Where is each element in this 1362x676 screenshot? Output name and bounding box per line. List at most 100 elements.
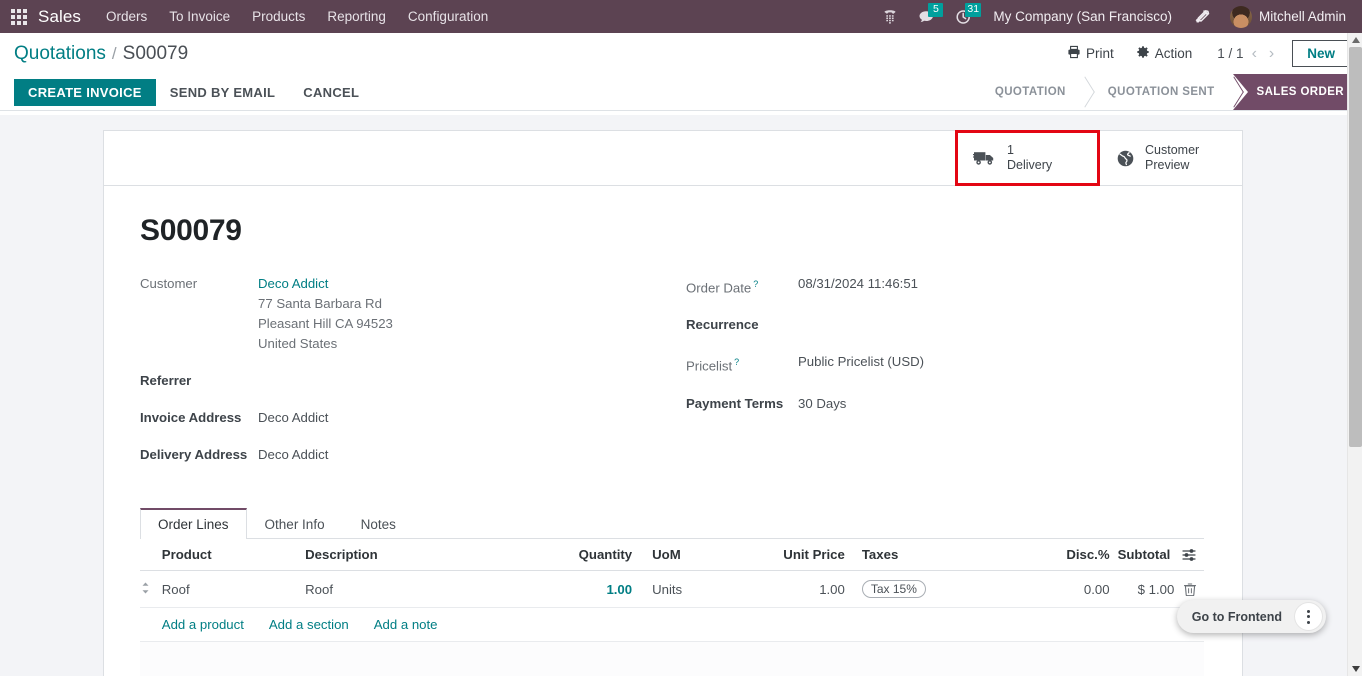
user-menu[interactable]: Mitchell Admin: [1222, 5, 1350, 28]
cell-quantity-value: 1.00: [606, 581, 633, 597]
cell-uom[interactable]: Units: [640, 570, 746, 608]
chevron-left-icon[interactable]: ‹: [1248, 45, 1261, 63]
menu-to-invoice[interactable]: To Invoice: [158, 0, 241, 33]
tab-notes[interactable]: Notes: [343, 508, 414, 539]
menu-configuration[interactable]: Configuration: [397, 0, 499, 33]
stat-delivery-value: 1: [1007, 143, 1014, 157]
th-subtotal: Subtotal: [1117, 539, 1204, 571]
trash-icon[interactable]: [1178, 582, 1197, 597]
scrollbar-thumb[interactable]: [1349, 47, 1362, 447]
field-invoice-address: Invoice Address Deco Addict: [140, 408, 672, 428]
field-pricelist-value[interactable]: Public Pricelist (USD): [798, 352, 924, 376]
lines-empty-area: [140, 642, 1204, 676]
chevron-right-icon[interactable]: ›: [1265, 45, 1278, 63]
user-name: Mitchell Admin: [1258, 9, 1346, 24]
truck-icon: [973, 149, 997, 167]
field-payment-terms-value[interactable]: 30 Days: [798, 394, 846, 414]
stat-button-customer-preview-text: Customer Preview: [1145, 143, 1199, 173]
print-label: Print: [1086, 46, 1114, 61]
gear-icon: [1136, 45, 1150, 62]
menu-products[interactable]: Products: [241, 0, 316, 33]
tab-other-info[interactable]: Other Info: [247, 508, 343, 539]
stat-preview-label: Preview: [1145, 158, 1190, 172]
th-unit-price[interactable]: Unit Price: [745, 539, 853, 571]
record-sheet: 1 Delivery Customer Preview S00079 Custo…: [103, 130, 1243, 676]
th-description[interactable]: Description: [305, 539, 543, 571]
messages-icon[interactable]: 5: [909, 0, 944, 33]
vertical-scrollbar[interactable]: [1347, 33, 1362, 676]
th-uom[interactable]: UoM: [640, 539, 746, 571]
page-title: S00079: [140, 214, 242, 247]
stat-preview-value: Customer: [1145, 143, 1200, 157]
cell-discount[interactable]: 0.00: [1025, 570, 1118, 608]
field-order-date-label-text: Order Date: [686, 280, 752, 296]
go-to-frontend-button[interactable]: Go to Frontend: [1177, 610, 1295, 624]
cell-taxes[interactable]: Tax 15%: [852, 570, 1026, 608]
apps-grid-icon[interactable]: [6, 4, 32, 30]
cell-description[interactable]: Roof: [305, 570, 543, 608]
field-groups: Customer Deco Addict 77 Santa Barbara Rd…: [140, 274, 1204, 478]
add-a-product-link[interactable]: Add a product: [162, 617, 244, 632]
company-switcher[interactable]: My Company (San Francisco): [983, 9, 1182, 24]
th-discount[interactable]: Disc.%: [1025, 539, 1118, 571]
control-panel-bottom: CREATE INVOICE SEND BY EMAIL CANCEL QUOT…: [0, 74, 1362, 110]
cell-product[interactable]: Roof: [161, 570, 306, 608]
app-brand-sales[interactable]: Sales: [38, 7, 81, 27]
status-step-sales-order[interactable]: SALES ORDER: [1232, 74, 1362, 110]
th-quantity[interactable]: Quantity: [542, 539, 641, 571]
cancel-button[interactable]: CANCEL: [289, 79, 373, 106]
send-by-email-button[interactable]: SEND BY EMAIL: [156, 79, 290, 106]
kebab-menu-icon[interactable]: [1295, 603, 1322, 630]
tab-order-lines[interactable]: Order Lines: [140, 508, 247, 539]
th-product[interactable]: Product: [161, 539, 306, 571]
print-button[interactable]: Print: [1056, 42, 1125, 65]
phone-icon[interactable]: [873, 0, 907, 33]
pager: 1 / 1 ‹ ›: [1217, 45, 1278, 63]
status-step-quotation-sent[interactable]: QUOTATION SENT: [1083, 74, 1233, 110]
breadcrumb: Quotations / S00079: [14, 43, 188, 65]
navbar-right-group: 5 31 My Company (San Francisco) Mitchell…: [873, 0, 1350, 33]
field-customer-value[interactable]: Deco Addict: [258, 274, 393, 294]
field-group-left: Customer Deco Addict 77 Santa Barbara Rd…: [140, 274, 672, 478]
scroll-up-arrow-icon[interactable]: [1348, 33, 1362, 47]
sliders-icon[interactable]: [1174, 547, 1196, 562]
cell-unit-price[interactable]: 1.00: [745, 570, 853, 608]
th-subtotal-label[interactable]: Subtotal: [1118, 547, 1171, 562]
activities-badge: 31: [965, 3, 982, 17]
pager-text: 1 / 1: [1217, 46, 1244, 61]
scroll-down-arrow-icon[interactable]: [1348, 662, 1362, 676]
add-a-section-link[interactable]: Add a section: [269, 617, 349, 632]
status-step-quotation[interactable]: QUOTATION: [970, 74, 1084, 110]
field-order-date-value[interactable]: 08/31/2024 11:46:51: [798, 274, 918, 298]
drag-handle-icon[interactable]: [140, 570, 162, 608]
action-button[interactable]: Action: [1125, 42, 1204, 65]
menu-orders[interactable]: Orders: [95, 0, 158, 33]
order-lines-table: Product Description Quantity UoM Unit Pr…: [140, 539, 1204, 642]
add-links-cell: Add a product Add a section Add a note: [161, 607, 1204, 642]
cell-quantity[interactable]: 1.00: [542, 570, 641, 608]
field-delivery-address-value[interactable]: Deco Addict: [258, 445, 328, 465]
field-delivery-address-label: Delivery Address: [140, 447, 248, 462]
table-row[interactable]: Roof Roof 1.00 Units 1.00 Tax 15% 0.00 $…: [140, 570, 1204, 608]
control-panel-actions: Print Action 1 / 1 ‹ › New: [1056, 40, 1350, 67]
new-button[interactable]: New: [1292, 40, 1350, 67]
menu-reporting[interactable]: Reporting: [316, 0, 397, 33]
add-a-note-link[interactable]: Add a note: [374, 617, 438, 632]
field-recurrence: Recurrence: [686, 315, 1204, 335]
field-order-date-label: Order Date?: [686, 274, 798, 298]
help-tooltip-icon[interactable]: ?: [734, 357, 739, 367]
create-invoice-button[interactable]: CREATE INVOICE: [14, 78, 156, 106]
field-pricelist: Pricelist? Public Pricelist (USD): [686, 352, 1204, 376]
field-recurrence-label: Recurrence: [686, 317, 759, 333]
breadcrumb-quotations[interactable]: Quotations: [14, 43, 106, 65]
stat-button-customer-preview[interactable]: Customer Preview: [1099, 131, 1242, 185]
messages-badge: 5: [928, 3, 944, 17]
field-invoice-address-value[interactable]: Deco Addict: [258, 408, 328, 428]
top-navbar: Sales Orders To Invoice Products Reporti…: [0, 0, 1362, 33]
form-view-container: 1 Delivery Customer Preview S00079 Custo…: [0, 115, 1362, 676]
stat-button-delivery[interactable]: 1 Delivery: [955, 130, 1100, 186]
tools-icon[interactable]: [1184, 0, 1220, 33]
help-tooltip-icon[interactable]: ?: [753, 279, 758, 289]
activities-clock-icon[interactable]: 31: [946, 0, 982, 33]
th-taxes[interactable]: Taxes: [852, 539, 1026, 571]
